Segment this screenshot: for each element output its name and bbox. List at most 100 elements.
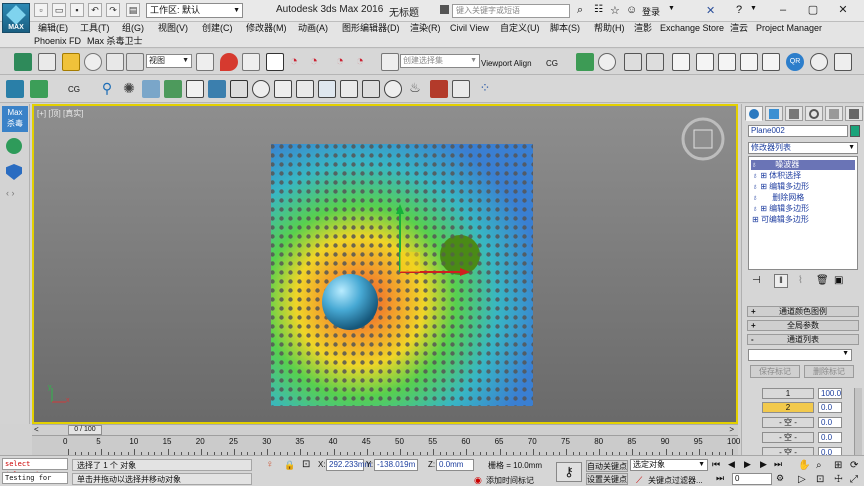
rollout-channel-list[interactable]: - 通道列表: [747, 334, 859, 345]
grid-snap-icon[interactable]: [274, 80, 292, 98]
key-filter-icon[interactable]: ⟋: [636, 475, 642, 486]
channel-dropdown[interactable]: ▼: [748, 349, 852, 361]
channel-index[interactable]: 2: [762, 402, 814, 413]
set-key-button[interactable]: 设置关键点: [586, 473, 628, 485]
layers-icon[interactable]: [576, 53, 594, 71]
select-object-icon[interactable]: [62, 53, 80, 71]
save-mark-button[interactable]: 保存标记: [750, 365, 800, 378]
help-icon[interactable]: ?: [736, 4, 742, 16]
search-input[interactable]: 键入关键字或短语: [452, 4, 570, 18]
select-region-icon[interactable]: [126, 53, 144, 71]
angle-snap-icon[interactable]: ◔: [290, 53, 308, 71]
scatter-dots-icon[interactable]: ⁘: [476, 80, 494, 98]
search-scope-icon[interactable]: [440, 5, 449, 14]
menu-render-cloud[interactable]: 渲云: [730, 22, 748, 35]
eye-icon[interactable]: [384, 80, 402, 98]
container-icon[interactable]: [6, 80, 24, 98]
menu-max-antivirus[interactable]: Max 杀毒卫士: [87, 35, 143, 48]
go-to-start-icon[interactable]: ⏮: [712, 459, 720, 470]
snap-toggle-icon[interactable]: [242, 53, 260, 71]
channel-value-input[interactable]: 0.0: [818, 417, 842, 428]
menu-project-manager[interactable]: Project Manager: [756, 22, 822, 35]
menu-tools[interactable]: 工具(T): [80, 22, 110, 35]
account-icon[interactable]: ☺: [626, 4, 637, 16]
ruler-icon[interactable]: [452, 80, 470, 98]
channel-index[interactable]: - 空 -: [762, 432, 814, 443]
isolate-icon[interactable]: ♀: [266, 459, 274, 470]
go-to-end-icon[interactable]: ⏭: [774, 459, 782, 470]
play-icon[interactable]: ▶: [744, 459, 751, 470]
fov-icon[interactable]: ▷: [798, 474, 806, 485]
chevron-down-icon[interactable]: ▼: [750, 5, 757, 12]
chevron-down-icon[interactable]: ▼: [668, 5, 675, 12]
expand-icon[interactable]: ⊞: [760, 171, 767, 180]
z-coordinate-input[interactable]: 0.0mm: [436, 459, 474, 471]
key-mode-icon[interactable]: ⏭: [716, 473, 730, 485]
stack-item-edit-poly-2[interactable]: ♁ ⊞ 编辑多边形: [752, 204, 809, 214]
orbit-icon[interactable]: ⟳: [850, 460, 858, 471]
time-slider-thumb[interactable]: 0 / 100: [68, 425, 102, 435]
stack-item-editable-poly[interactable]: ⊞ 可编辑多边形: [752, 215, 809, 225]
remove-modifier-icon[interactable]: 🗑: [816, 275, 829, 286]
expand-icon[interactable]: ⊞: [760, 204, 767, 213]
menu-modifiers[interactable]: 修改器(M): [246, 22, 287, 35]
pan-icon[interactable]: ✋: [798, 460, 810, 471]
time-slider-next[interactable]: >: [729, 425, 734, 434]
track-bar[interactable]: 0 5 10 15 20 25 30 35 40 45 50 55 60 65 70 75 80 85 90 95 10…: [32, 435, 740, 455]
add-time-tag-button[interactable]: 添加时间标记: [486, 475, 534, 486]
menu-phoenix-fd[interactable]: Phoenix FD: [34, 35, 81, 48]
app-logo[interactable]: MAX: [2, 3, 30, 33]
zoom-all-icon[interactable]: ⊞: [834, 460, 842, 471]
login-link[interactable]: 登录: [642, 5, 660, 18]
stack-icon[interactable]: [30, 80, 48, 98]
edit-pencil-icon[interactable]: [381, 53, 399, 71]
object-props-icon[interactable]: [208, 80, 226, 98]
channel-index[interactable]: - 空 -: [762, 417, 814, 428]
sphere-icon[interactable]: [252, 80, 270, 98]
rollout-global-params[interactable]: + 全局参数: [747, 320, 859, 331]
delete-mark-button[interactable]: 删除标记: [804, 365, 854, 378]
modifier-stack[interactable]: ♁ 噪波器 ♁ ⊞ 体积选择 ♁ ⊞ 编辑多边形 ♁ 删除网格 ♁ ⊞ 编辑多边…: [748, 156, 858, 270]
rotate-icon[interactable]: [84, 53, 102, 71]
channel-index[interactable]: 1: [762, 388, 814, 399]
list-icon[interactable]: [186, 80, 204, 98]
utilities-tab[interactable]: [845, 106, 863, 121]
render-setup-icon[interactable]: [810, 53, 828, 71]
scene-explorer-icon[interactable]: [672, 53, 690, 71]
modifier-list-dropdown[interactable]: 修改器列表 ▼: [748, 142, 858, 154]
camera-icon[interactable]: [296, 80, 314, 98]
maximize-button[interactable]: ▢: [802, 2, 824, 18]
proxy-icon[interactable]: [318, 80, 336, 98]
time-config-icon[interactable]: ⚙: [776, 473, 784, 484]
new-file-icon[interactable]: ▫: [34, 3, 48, 17]
named-selection-sets-dropdown[interactable]: 创建选择集 ▼: [400, 54, 480, 68]
set-key-icon[interactable]: ⚷: [556, 462, 582, 482]
menu-graph-editors[interactable]: 图形编辑器(D): [342, 22, 400, 35]
render-lamp-icon[interactable]: ♨: [406, 80, 424, 98]
channel-value-input[interactable]: 100.0: [818, 388, 842, 399]
antivirus-badge[interactable]: Max 杀毒: [2, 106, 28, 132]
project-folder-icon[interactable]: ▤: [126, 3, 140, 17]
sphere-object[interactable]: [322, 274, 378, 330]
motion-tab[interactable]: [805, 106, 823, 121]
menu-animation[interactable]: 动画(A): [298, 22, 328, 35]
search-icon[interactable]: ⌕: [577, 4, 583, 17]
viewport-align-button[interactable]: Viewport Align: [481, 59, 532, 68]
cube-icon[interactable]: [230, 80, 248, 98]
cg-button[interactable]: CG: [546, 59, 558, 68]
pin-stack-icon[interactable]: ⊣: [752, 275, 761, 286]
maxscript-listener-input[interactable]: Testing for ALL: [2, 472, 68, 486]
key-selection-dropdown[interactable]: 选定对象 ▼: [630, 459, 708, 471]
panel-scrollbar[interactable]: [854, 388, 862, 458]
expand-icon[interactable]: ⊞: [760, 182, 767, 191]
exchange-icon[interactable]: ✕: [706, 4, 715, 17]
current-frame-input[interactable]: 0: [732, 473, 772, 485]
zoom-extents-icon[interactable]: ⊡: [816, 474, 824, 485]
light-bulb-icon[interactable]: ⚲: [98, 80, 116, 98]
mirror-icon[interactable]: [624, 53, 642, 71]
menu-civil-view[interactable]: Civil View: [450, 22, 489, 35]
undo-icon[interactable]: ↶: [88, 3, 102, 17]
expand-icon[interactable]: ⊞: [752, 215, 759, 224]
close-button[interactable]: ✕: [832, 2, 854, 18]
x-coordinate-input[interactable]: 292.233mm: [326, 459, 371, 471]
